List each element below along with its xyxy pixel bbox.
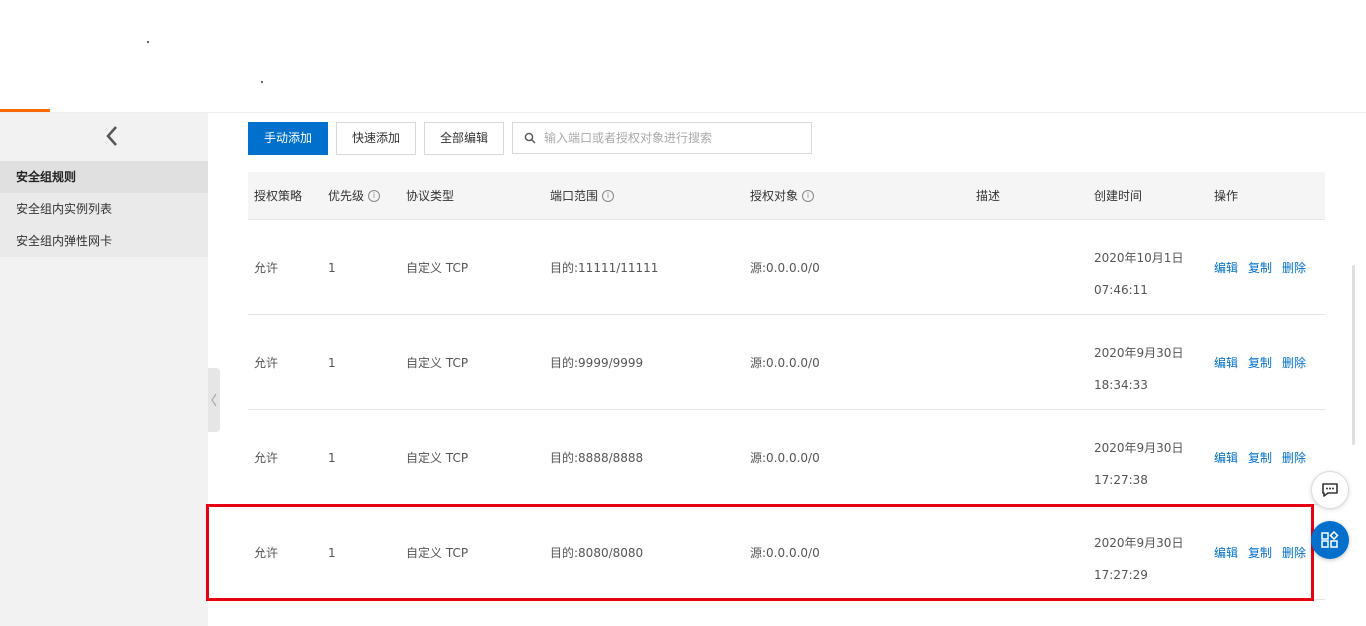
- search-box: [512, 122, 812, 154]
- header-created-label: 创建时间: [1094, 189, 1143, 203]
- created-date: 2020年9月30日: [1094, 346, 1184, 360]
- active-tab-indicator: [0, 109, 50, 112]
- top-header: [0, 0, 1366, 113]
- header-priority: 优先级 i: [328, 172, 381, 220]
- header-dot: [261, 81, 263, 83]
- info-icon[interactable]: i: [602, 190, 615, 202]
- cell-policy: 允许: [254, 356, 279, 370]
- cell-auth-object: 源:0.0.0.0/0: [750, 546, 820, 560]
- table-row: 允许 1 自定义 TCP 目的:8080/8080 源:0.0.0.0/0 20…: [248, 505, 1325, 600]
- header-protocol: 协议类型: [406, 172, 454, 220]
- sidebar-collapse-toggle[interactable]: [208, 368, 220, 432]
- header-policy-label: 授权策略: [254, 189, 303, 203]
- cell-created: 2020年10月1日 07:46:11: [1094, 242, 1204, 306]
- header-dot: [147, 41, 149, 43]
- edit-link[interactable]: 编辑: [1214, 449, 1238, 466]
- created-time: 18:34:33: [1094, 378, 1148, 392]
- copy-link[interactable]: 复制: [1248, 449, 1272, 466]
- cell-created: 2020年9月30日 17:27:29: [1094, 527, 1204, 591]
- cell-created: 2020年9月30日 17:27:38: [1094, 432, 1204, 496]
- edit-link[interactable]: 编辑: [1214, 354, 1238, 371]
- apps-button[interactable]: [1311, 521, 1349, 559]
- cell-auth-object: 源:0.0.0.0/0: [750, 451, 820, 465]
- header-protocol-label: 协议类型: [406, 189, 455, 203]
- cell-policy: 允许: [254, 451, 279, 465]
- header-actions-label: 操作: [1214, 189, 1239, 203]
- delete-link[interactable]: 删除: [1282, 544, 1306, 561]
- header-created: 创建时间: [1094, 172, 1142, 220]
- table-row: 允许 1 自定义 TCP 目的:11111/11111 源:0.0.0.0/0 …: [248, 220, 1325, 315]
- cell-created: 2020年9月30日 18:34:33: [1094, 337, 1204, 401]
- copy-link[interactable]: 复制: [1248, 544, 1272, 561]
- row-actions: 编辑 复制 删除: [1214, 410, 1306, 505]
- cell-auth-object: 源:0.0.0.0/0: [750, 356, 820, 370]
- cell-port-range: 目的:9999/9999: [550, 356, 644, 370]
- sidebar-item-eni[interactable]: 安全组内弹性网卡: [0, 225, 208, 257]
- header-auth-object-label: 授权对象: [750, 189, 799, 203]
- info-icon[interactable]: i: [368, 190, 381, 202]
- cell-policy: 允许: [254, 261, 279, 275]
- chat-icon: [1322, 483, 1338, 497]
- header-port-range: 端口范围 i: [550, 172, 615, 220]
- manual-add-button[interactable]: 手动添加: [248, 122, 328, 155]
- cell-port-range: 目的:8888/8888: [550, 451, 644, 465]
- edit-link[interactable]: 编辑: [1214, 544, 1238, 561]
- cell-protocol: 自定义 TCP: [406, 261, 469, 275]
- table-row: 允许 1 自定义 TCP 目的:9999/9999 源:0.0.0.0/0 20…: [248, 315, 1325, 410]
- search-icon: [524, 132, 536, 144]
- copy-link[interactable]: 复制: [1248, 354, 1272, 371]
- cell-protocol: 自定义 TCP: [406, 451, 469, 465]
- delete-link[interactable]: 删除: [1282, 449, 1306, 466]
- copy-link[interactable]: 复制: [1248, 259, 1272, 276]
- created-date: 2020年9月30日: [1094, 536, 1184, 550]
- info-icon[interactable]: i: [802, 190, 815, 202]
- cell-protocol: 自定义 TCP: [406, 546, 469, 560]
- chevron-left-icon: [106, 126, 117, 146]
- delete-link[interactable]: 删除: [1282, 259, 1306, 276]
- sidebar-item-security-group-rules[interactable]: 安全组规则: [0, 161, 208, 193]
- created-time: 17:27:38: [1094, 473, 1148, 487]
- chevron-left-icon: [211, 393, 217, 407]
- created-time: 07:46:11: [1094, 283, 1148, 297]
- header-actions: 操作: [1214, 172, 1238, 220]
- sidebar-item-instance-list[interactable]: 安全组内实例列表: [0, 193, 208, 225]
- table-row: 允许 1 自定义 TCP 目的:8888/8888 源:0.0.0.0/0 20…: [248, 410, 1325, 505]
- cell-port-range: 目的:8080/8080: [550, 546, 644, 560]
- created-time: 17:27:29: [1094, 568, 1148, 582]
- cell-auth-object: 源:0.0.0.0/0: [750, 261, 820, 275]
- table-header: 授权策略 优先级 i 协议类型 端口范围 i 授权对象 i 描述 创建时间 操作: [248, 172, 1325, 220]
- cell-priority: 1: [328, 260, 336, 275]
- header-auth-object: 授权对象 i: [750, 172, 815, 220]
- cell-policy: 允许: [254, 546, 279, 560]
- row-actions: 编辑 复制 删除: [1214, 505, 1306, 600]
- header-description: 描述: [976, 172, 1000, 220]
- chat-button[interactable]: [1311, 471, 1349, 509]
- cell-protocol: 自定义 TCP: [406, 356, 469, 370]
- header-port-range-label: 端口范围: [550, 189, 599, 203]
- cell-priority: 1: [328, 355, 336, 370]
- edit-link[interactable]: 编辑: [1214, 259, 1238, 276]
- back-button[interactable]: [100, 123, 124, 149]
- scrollbar[interactable]: [1352, 265, 1355, 445]
- row-actions: 编辑 复制 删除: [1214, 315, 1306, 410]
- header-priority-label: 优先级: [328, 189, 365, 203]
- created-date: 2020年9月30日: [1094, 441, 1184, 455]
- header-policy: 授权策略: [254, 172, 302, 220]
- quick-add-button[interactable]: 快速添加: [336, 122, 416, 155]
- delete-link[interactable]: 删除: [1282, 354, 1306, 371]
- row-actions: 编辑 复制 删除: [1214, 220, 1306, 315]
- cell-priority: 1: [328, 545, 336, 560]
- cell-port-range: 目的:11111/11111: [550, 261, 659, 275]
- sidebar: 安全组规则 安全组内实例列表 安全组内弹性网卡: [0, 113, 208, 626]
- search-input[interactable]: [544, 131, 804, 145]
- created-date: 2020年10月1日: [1094, 251, 1184, 265]
- page: 安全组规则 安全组内实例列表 安全组内弹性网卡 手动添加 快速添加 全部编辑 授…: [0, 0, 1366, 626]
- apps-icon: [1321, 530, 1339, 548]
- cell-priority: 1: [328, 450, 336, 465]
- edit-all-button[interactable]: 全部编辑: [424, 122, 504, 155]
- header-description-label: 描述: [976, 189, 1001, 203]
